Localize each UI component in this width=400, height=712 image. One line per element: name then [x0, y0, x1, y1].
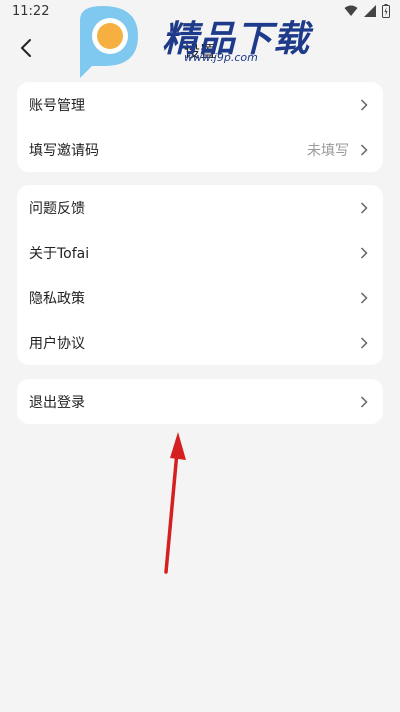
chevron-right-icon	[359, 246, 369, 260]
chevron-right-icon	[359, 143, 369, 157]
row-label: 用户协议	[29, 335, 85, 352]
wifi-icon	[344, 5, 358, 16]
nav-bar: 设置	[0, 24, 400, 72]
row-value: 未填写	[307, 142, 349, 159]
chevron-right-icon	[359, 98, 369, 112]
row-label: 填写邀请码	[29, 142, 99, 159]
signal-icon	[364, 5, 376, 17]
settings-card-logout: 退出登录	[17, 379, 383, 424]
row-privacy-policy[interactable]: 隐私政策	[17, 275, 383, 320]
row-label: 隐私政策	[29, 290, 85, 307]
row-label: 退出登录	[29, 394, 85, 411]
chevron-right-icon	[359, 336, 369, 350]
row-label: 关于Tofai	[29, 245, 90, 262]
row-label: 账号管理	[29, 97, 85, 114]
status-time: 11:22	[12, 4, 50, 19]
page-title: 设置	[183, 42, 216, 61]
status-bar: 11:22	[0, 0, 400, 24]
row-label: 问题反馈	[29, 200, 85, 217]
row-feedback[interactable]: 问题反馈	[17, 185, 383, 230]
row-logout[interactable]: 退出登录	[17, 379, 383, 424]
chevron-right-icon	[359, 395, 369, 409]
row-user-agreement[interactable]: 用户协议	[17, 320, 383, 365]
row-about[interactable]: 关于Tofai	[17, 230, 383, 275]
battery-icon	[382, 4, 390, 18]
status-icons	[344, 4, 390, 18]
row-invite-code[interactable]: 填写邀请码 未填写	[17, 127, 383, 172]
settings-card-info: 问题反馈 关于Tofai 隐私政策 用户协议	[17, 185, 383, 365]
settings-card-account: 账号管理 填写邀请码 未填写	[17, 82, 383, 172]
chevron-right-icon	[359, 201, 369, 215]
row-account-management[interactable]: 账号管理	[17, 82, 383, 127]
chevron-right-icon	[359, 291, 369, 305]
